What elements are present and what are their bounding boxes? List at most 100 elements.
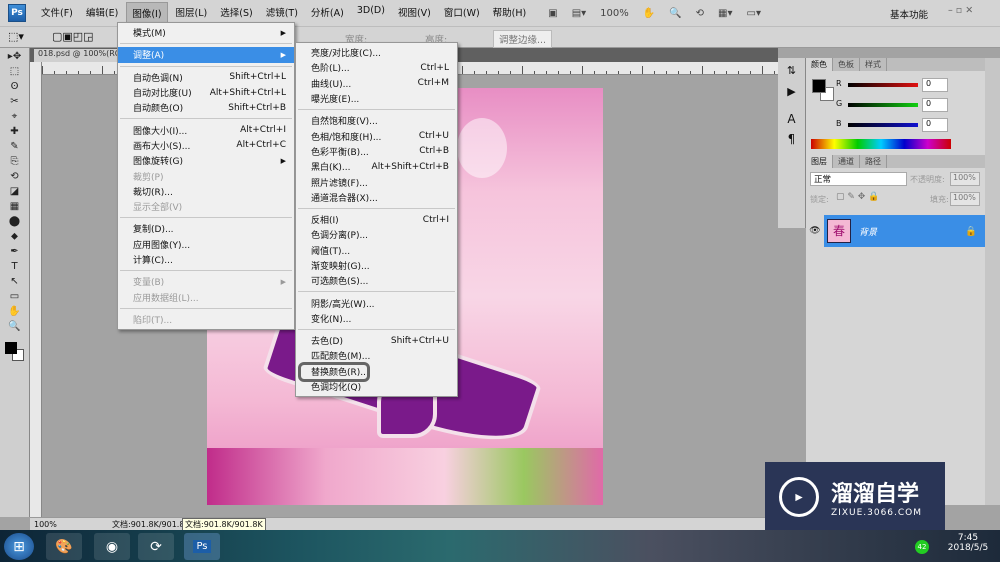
opacity-field[interactable]: 100%: [950, 172, 980, 186]
menu-8[interactable]: 视图(V): [393, 2, 436, 24]
foreground-color-swatch[interactable]: [812, 79, 826, 93]
menu-item[interactable]: 阈值(T)...: [296, 243, 457, 258]
tool-icon[interactable]: ✚: [7, 125, 23, 138]
hand-tool-icon[interactable]: ✋: [643, 8, 655, 19]
character-icon[interactable]: A: [778, 112, 805, 126]
menu-item[interactable]: 去色(D) Shift+Ctrl+U: [296, 333, 457, 348]
tool-icon[interactable]: ✒: [7, 245, 23, 258]
document-tab[interactable]: 018.psd @ 100%(RGB: [34, 49, 124, 62]
color-spectrum-bar[interactable]: [811, 139, 951, 149]
menu-item[interactable]: 复制(D)...: [118, 221, 294, 236]
tool-icon[interactable]: ⌖: [7, 110, 23, 123]
status-doc-size[interactable]: 文档:901.8K/901.8K: [112, 519, 182, 530]
paragraph-icon[interactable]: ¶: [778, 132, 805, 146]
tool-icon[interactable]: ⎘: [7, 155, 23, 168]
rotate-view-icon[interactable]: ⟲: [696, 8, 704, 19]
menu-item[interactable]: 变化(N)...: [296, 311, 457, 326]
menu-0[interactable]: 文件(F): [36, 2, 78, 24]
tool-icon[interactable]: ↖: [7, 275, 23, 288]
menu-item[interactable]: 计算(C)...: [118, 252, 294, 267]
selection-mode-icons[interactable]: ▢▣◰◲: [52, 30, 94, 43]
tool-icon[interactable]: T: [7, 260, 23, 273]
tool-icon[interactable]: ⬚: [7, 65, 23, 78]
tab-channels[interactable]: 通道: [833, 155, 860, 168]
tool-icon[interactable]: ✂: [7, 95, 23, 108]
tool-icon[interactable]: ⬥: [7, 230, 23, 243]
menu-item[interactable]: 自动色调(N) Shift+Ctrl+L: [118, 70, 294, 85]
panel-scrollbar[interactable]: [985, 58, 1000, 505]
lock-icons[interactable]: ▢ ✎ ✥ 🔒: [836, 192, 879, 202]
menu-4[interactable]: 选择(S): [215, 2, 257, 24]
tool-icon[interactable]: ⬤: [7, 215, 23, 228]
menu-6[interactable]: 分析(A): [306, 2, 349, 24]
menu-9[interactable]: 窗口(W): [439, 2, 485, 24]
menu-item[interactable]: 色相/饱和度(H)... Ctrl+U: [296, 128, 457, 143]
menu-item[interactable]: 渐变映射(G)...: [296, 258, 457, 273]
tool-icon[interactable]: ▦: [7, 200, 23, 213]
system-clock[interactable]: 7:45 2018/5/5: [940, 533, 996, 553]
taskbar-photoshop-icon[interactable]: Ps: [184, 533, 220, 560]
menu-item[interactable]: 曝光度(E)...: [296, 91, 457, 106]
taskbar-paint-icon[interactable]: 🎨: [46, 533, 82, 560]
menu-item[interactable]: 画布大小(S)... Alt+Ctrl+C: [118, 138, 294, 153]
menu-item[interactable]: 通道混合器(X)...: [296, 190, 457, 205]
menu-item[interactable]: 图像大小(I)... Alt+Ctrl+I: [118, 122, 294, 137]
menu-item[interactable]: 调整(A) ▶: [118, 47, 294, 63]
start-button[interactable]: ⊞: [4, 533, 34, 560]
menu-3[interactable]: 图层(L): [171, 2, 213, 24]
status-zoom[interactable]: 100%: [34, 520, 62, 529]
screen-mode-icon[interactable]: ▭▾: [747, 8, 761, 19]
view-extras-icon[interactable]: ▤▾: [572, 8, 586, 19]
history-icon[interactable]: ⇅: [778, 64, 805, 77]
menu-item[interactable]: 自动对比度(U) Alt+Shift+Ctrl+L: [118, 85, 294, 100]
tool-icon[interactable]: ◪: [7, 185, 23, 198]
menu-item[interactable]: 色彩平衡(B)... Ctrl+B: [296, 144, 457, 159]
menu-item[interactable]: 反相(I) Ctrl+I: [296, 212, 457, 227]
menu-item[interactable]: 阴影/高光(W)...: [296, 295, 457, 310]
tool-icon[interactable]: ▭: [7, 290, 23, 303]
zoom-level-select[interactable]: 100%: [600, 8, 629, 19]
tool-icon[interactable]: ▸✥: [7, 50, 23, 63]
marquee-preset-icon[interactable]: ⬚▾: [8, 30, 24, 43]
menu-1[interactable]: 编辑(E): [81, 2, 123, 24]
menu-item[interactable]: 可选颜色(S)...: [296, 273, 457, 288]
menu-item[interactable]: 曲线(U)... Ctrl+M: [296, 76, 457, 91]
channel-slider[interactable]: [848, 123, 918, 127]
menu-item[interactable]: 图像旋转(G) ▶: [118, 153, 294, 168]
tray-badge[interactable]: 42: [915, 540, 929, 554]
visibility-eye-icon[interactable]: 👁: [806, 226, 824, 236]
menu-item[interactable]: 色阶(L)... Ctrl+L: [296, 60, 457, 75]
menu-item[interactable]: 自动颜色(O) Shift+Ctrl+B: [118, 100, 294, 115]
blend-mode-select[interactable]: 正常: [810, 172, 907, 186]
tab-swatches[interactable]: 色板: [833, 58, 860, 71]
tool-icon[interactable]: 🔍: [7, 320, 23, 333]
window-controls[interactable]: – ▫ ✕: [948, 5, 973, 16]
bridge-icon[interactable]: ▣: [548, 8, 557, 19]
tab-styles[interactable]: 样式: [860, 58, 887, 71]
menu-item[interactable]: 自然饱和度(V)...: [296, 113, 457, 128]
workspace-switcher[interactable]: 基本功能: [890, 7, 928, 21]
arrange-documents-icon[interactable]: ▦▾: [718, 8, 732, 19]
menu-item[interactable]: 照片滤镜(F)...: [296, 174, 457, 189]
fill-field[interactable]: 100%: [950, 192, 980, 206]
menu-5[interactable]: 滤镜(T): [261, 2, 303, 24]
layer-row[interactable]: 👁 春 背景 🔒: [806, 213, 985, 249]
tool-icon[interactable]: ʘ: [7, 80, 23, 93]
tab-paths[interactable]: 路径: [860, 155, 887, 168]
channel-value[interactable]: 0: [922, 118, 948, 132]
zoom-tool-icon[interactable]: 🔍: [669, 8, 681, 19]
menu-item[interactable]: 裁切(R)...: [118, 184, 294, 199]
menu-10[interactable]: 帮助(H): [488, 2, 532, 24]
tool-icon[interactable]: ✋: [7, 305, 23, 318]
channel-slider[interactable]: [848, 103, 918, 107]
tool-icon[interactable]: ⟲: [7, 170, 23, 183]
taskbar-app-icon[interactable]: ◉: [94, 533, 130, 560]
tab-layers[interactable]: 图层: [806, 155, 833, 168]
menu-2[interactable]: 图像(I): [126, 2, 168, 24]
menu-item[interactable]: 色调分离(P)...: [296, 227, 457, 242]
channel-value[interactable]: 0: [922, 98, 948, 112]
menu-item[interactable]: 亮度/对比度(C)...: [296, 45, 457, 60]
menu-item[interactable]: 黑白(K)... Alt+Shift+Ctrl+B: [296, 159, 457, 174]
actions-icon[interactable]: ▶: [778, 85, 805, 98]
layer-name[interactable]: 背景: [859, 225, 877, 238]
